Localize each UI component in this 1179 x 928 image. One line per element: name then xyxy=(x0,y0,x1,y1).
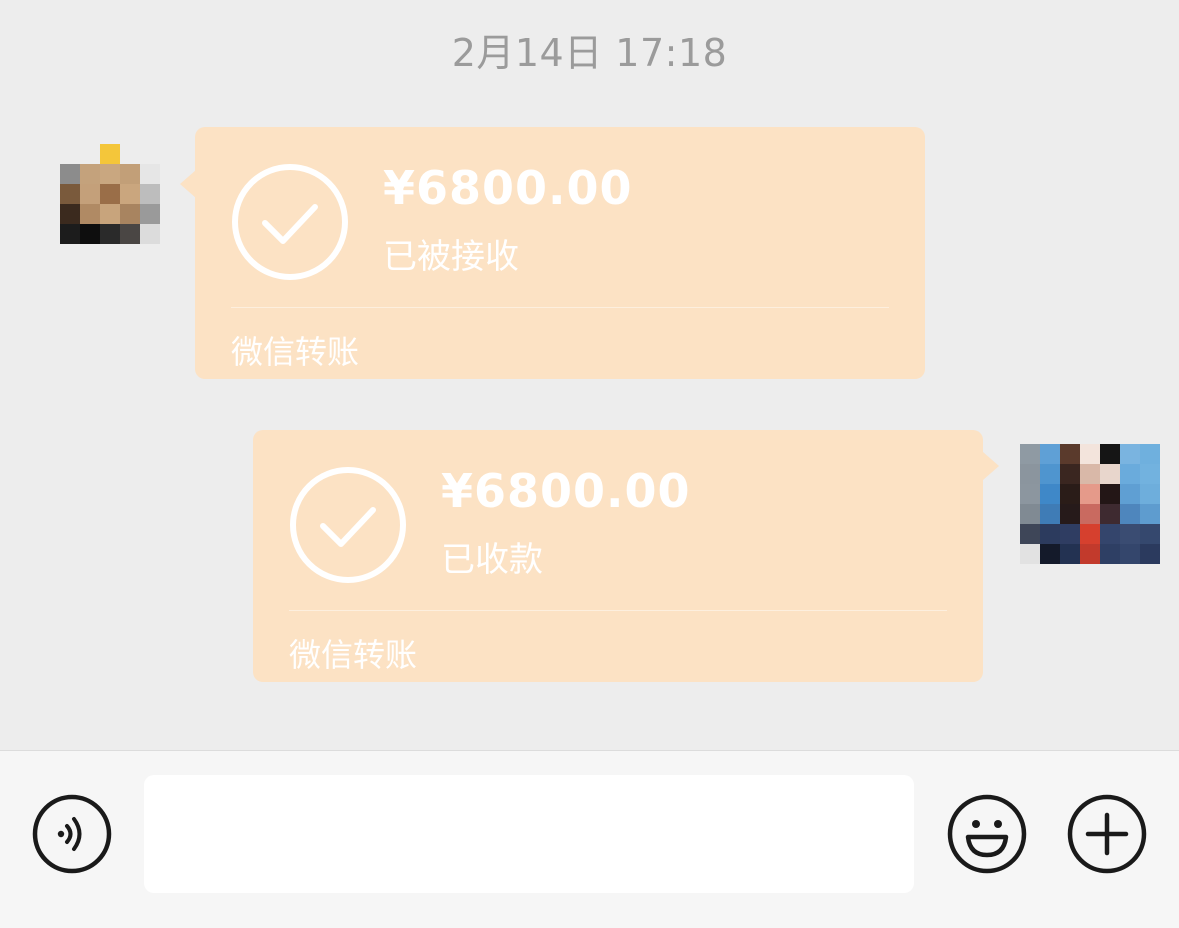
emoji-icon[interactable] xyxy=(946,793,1028,875)
bubble-tail xyxy=(180,170,196,198)
transfer-amount: ¥6800.00 xyxy=(441,464,691,518)
transfer-status: 已收款 xyxy=(441,540,543,580)
bubble-tail xyxy=(983,452,999,480)
plus-icon[interactable] xyxy=(1066,793,1148,875)
message-timestamp: 2月14日 17:18 xyxy=(451,31,728,75)
transfer-status: 已被接收 xyxy=(383,237,519,277)
transfer-footer-label: 微信转账 xyxy=(289,636,418,674)
card-divider xyxy=(231,307,889,308)
check-circle-icon xyxy=(290,467,406,583)
transfer-card-incoming[interactable]: ¥6800.00 已被接收 微信转账 xyxy=(195,127,925,379)
message-input[interactable] xyxy=(144,775,914,893)
check-circle-icon xyxy=(232,164,348,280)
contact-avatar[interactable] xyxy=(60,144,160,244)
transfer-footer-label: 微信转账 xyxy=(231,333,360,371)
input-bar xyxy=(0,750,1179,928)
card-divider xyxy=(289,610,947,611)
chat-area: 2月14日 17:18 ¥6800.00 已被接收 微信转账 ¥6800.00 … xyxy=(0,0,1179,750)
transfer-card-outgoing[interactable]: ¥6800.00 已收款 微信转账 xyxy=(253,430,983,682)
transfer-amount: ¥6800.00 xyxy=(383,161,633,215)
voice-icon[interactable] xyxy=(31,793,113,875)
my-avatar[interactable] xyxy=(1020,444,1160,564)
